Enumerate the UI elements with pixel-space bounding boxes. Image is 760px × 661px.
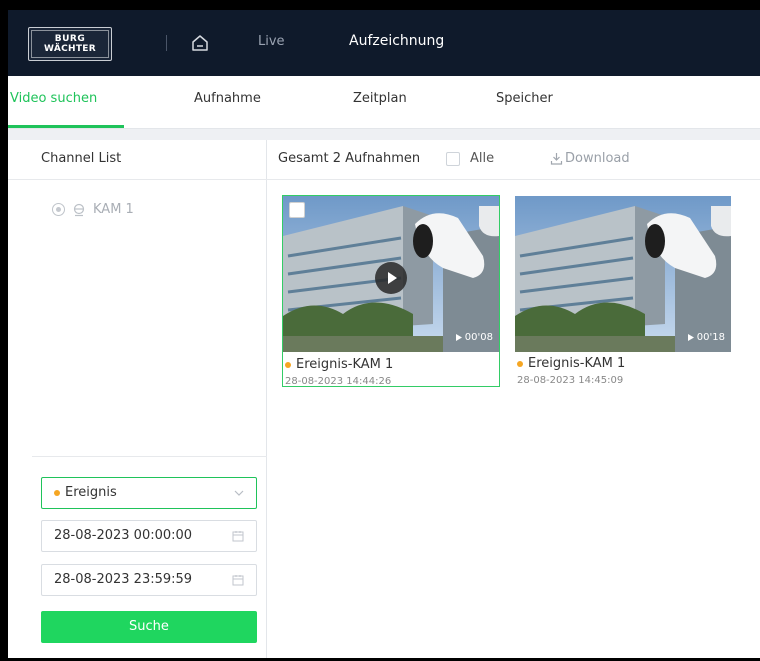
header-divider <box>166 35 167 51</box>
recording-timestamp: 28-08-2023 14:45:09 <box>517 375 624 386</box>
event-dot <box>517 360 523 367</box>
results-panel: Gesamt 2 Aufnahmen Alle Download 00'08 E… <box>267 140 760 658</box>
calendar-icon <box>232 575 244 586</box>
home-icon[interactable] <box>189 32 211 54</box>
tab-recording[interactable]: Aufnahme <box>194 91 261 106</box>
top-bar: BURG WÄCHTER Live Aufzeichnung <box>8 10 760 76</box>
tab-video-search[interactable]: Video suchen <box>10 91 97 106</box>
recording-timestamp: 28-08-2023 14:44:26 <box>285 376 392 387</box>
event-type-select[interactable]: Ereignis <box>41 477 257 509</box>
recording-title-text: Ereignis-KAM 1 <box>296 357 394 372</box>
channel-radio[interactable] <box>52 203 65 216</box>
recording-card[interactable]: 00'08 Ereignis-KAM 1 28-08-2023 14:44:26 <box>282 195 500 387</box>
duration-badge: 00'18 <box>687 332 725 343</box>
event-dot <box>285 361 291 368</box>
channel-list-header: Channel List <box>8 140 267 180</box>
search-button[interactable]: Suche <box>41 611 257 643</box>
channel-item-kam1[interactable]: KAM 1 <box>52 202 134 217</box>
download-button[interactable]: Download <box>550 151 630 166</box>
event-dot <box>54 490 60 496</box>
app-window: BURG WÄCHTER Live Aufzeichnung Video suc… <box>8 10 760 658</box>
results-count: Gesamt 2 Aufnahmen <box>278 151 421 166</box>
start-date-field[interactable]: 28-08-2023 00:00:00 <box>41 520 257 552</box>
end-date-value: 28-08-2023 23:59:59 <box>54 572 193 587</box>
recording-card[interactable]: 00'18 Ereignis-KAM 1 28-08-2023 14:45:09 <box>515 195 733 387</box>
search-filters: Ereignis 28-08-2023 00:00:00 28-08-2023 … <box>32 456 267 643</box>
nav-recording[interactable]: Aufzeichnung <box>349 33 444 49</box>
calendar-icon <box>232 531 244 542</box>
end-date-field[interactable]: 28-08-2023 23:59:59 <box>41 564 257 596</box>
recording-title: Ereignis-KAM 1 <box>517 356 625 371</box>
recording-thumbnail[interactable]: 00'18 <box>515 196 731 352</box>
recording-title: Ereignis-KAM 1 <box>285 357 393 372</box>
download-icon <box>550 153 563 165</box>
channel-panel: Channel List KAM 1 Ereignis 28-08-2023 0… <box>8 140 267 658</box>
select-all-label[interactable]: Alle <box>470 151 494 166</box>
tab-storage[interactable]: Speicher <box>496 91 553 106</box>
play-small-icon <box>455 334 462 341</box>
start-date-value: 28-08-2023 00:00:00 <box>54 528 193 543</box>
chevron-down-icon <box>234 490 244 496</box>
sub-tabs: Video suchen Aufnahme Zeitplan Speicher <box>8 76 760 128</box>
duration-badge: 00'08 <box>455 332 493 343</box>
play-small-icon <box>687 334 694 341</box>
tab-schedule[interactable]: Zeitplan <box>353 91 407 106</box>
section-divider <box>8 128 760 140</box>
recording-thumbnail[interactable]: 00'08 <box>283 196 499 352</box>
recording-title-text: Ereignis-KAM 1 <box>528 356 626 371</box>
download-label: Download <box>565 151 630 166</box>
duration-value: 00'18 <box>696 332 725 343</box>
event-type-value: Ereignis <box>65 485 117 500</box>
recording-select-checkbox[interactable] <box>289 202 305 218</box>
nav-live[interactable]: Live <box>258 34 285 49</box>
channel-list-title: Channel List <box>41 151 122 166</box>
results-toolbar: Gesamt 2 Aufnahmen Alle Download <box>267 140 760 180</box>
select-all-checkbox[interactable] <box>446 152 460 166</box>
camera-icon <box>73 203 85 216</box>
logo-text-line2: WÄCHTER <box>44 44 96 54</box>
channel-label: KAM 1 <box>93 202 134 217</box>
brand-logo: BURG WÄCHTER <box>28 27 112 61</box>
play-icon[interactable] <box>375 262 407 294</box>
logo-text-line1: BURG <box>54 34 86 44</box>
duration-value: 00'08 <box>464 332 493 343</box>
